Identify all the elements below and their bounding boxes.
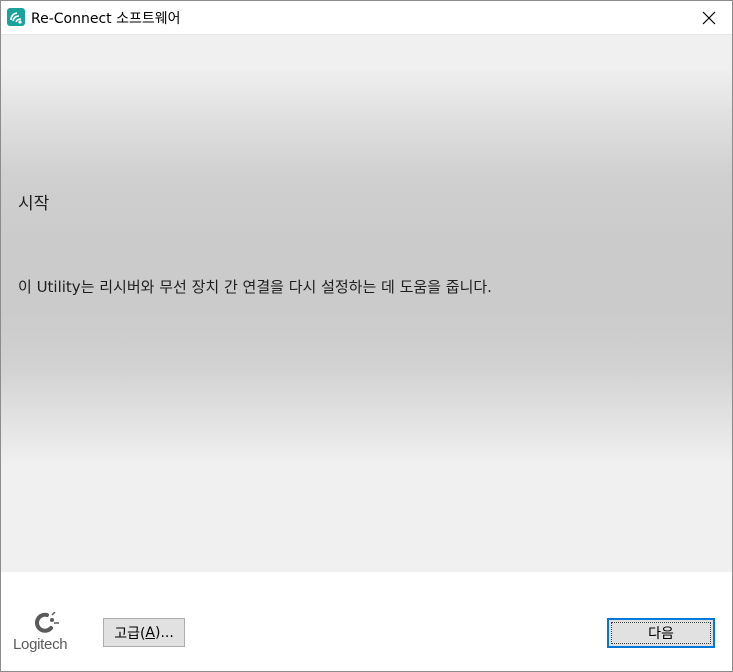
- close-icon: [702, 11, 716, 24]
- logitech-logo-text: Logitech: [13, 636, 68, 653]
- reconnect-window: Re-Connect 소프트웨어 시작 이 Utility는 리시버와 무선 장…: [0, 0, 733, 672]
- advanced-button-suffix: )...: [155, 624, 174, 641]
- reconnect-app-icon: [7, 8, 25, 26]
- wizard-content-panel: 시작 이 Utility는 리시버와 무선 장치 간 연결을 다시 설정하는 데…: [1, 35, 732, 572]
- close-button[interactable]: [686, 1, 732, 34]
- focus-ring: [611, 622, 711, 644]
- page-description: 이 Utility는 리시버와 무선 장치 간 연결을 다시 설정하는 데 도움…: [18, 278, 492, 296]
- window-title: Re-Connect 소프트웨어: [31, 11, 181, 27]
- advanced-button-prefix: 고급(: [114, 625, 146, 642]
- advanced-button[interactable]: 고급(A)...: [103, 618, 185, 647]
- logitech-logo-icon: [35, 612, 59, 633]
- next-button[interactable]: 다음: [607, 618, 715, 648]
- logitech-logo: Logitech: [13, 612, 83, 658]
- title-bar[interactable]: Re-Connect 소프트웨어: [1, 1, 732, 35]
- page-heading: 시작: [18, 194, 50, 214]
- wizard-footer: Logitech 고급(A)... 다음: [1, 572, 732, 671]
- advanced-button-mnemonic: A: [145, 624, 155, 641]
